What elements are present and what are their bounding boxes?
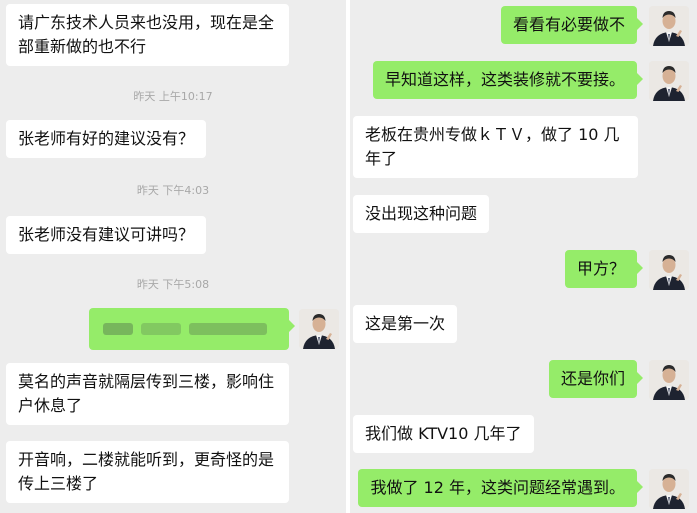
chat-pane-right: 看看有必要做不 早知道这样，这类装修就不要接。 老板在贵州专做ｋＴＶ，做了 10… bbox=[350, 0, 697, 513]
message-bubble[interactable]: 这是第一次 bbox=[353, 305, 458, 343]
person-avatar-icon bbox=[649, 6, 689, 46]
message-bubble[interactable]: 张老师没有建议可讲吗？ bbox=[6, 216, 207, 254]
avatar-self[interactable] bbox=[299, 309, 339, 349]
person-avatar-icon bbox=[649, 61, 689, 101]
person-avatar-icon bbox=[649, 360, 689, 400]
redacted-text bbox=[103, 323, 133, 335]
timestamp: 昨天 上午10:17 bbox=[133, 90, 213, 103]
avatar-self[interactable] bbox=[649, 469, 689, 509]
message-bubble[interactable]: 请广东技术人员来也没用，现在是全部重新做的也不行 bbox=[6, 4, 289, 66]
redacted-text bbox=[141, 323, 181, 335]
message-bubble[interactable]: 甲方？ bbox=[564, 250, 644, 288]
avatar-self[interactable] bbox=[649, 250, 689, 290]
chat-pane-left: 请广东技术人员来也没用，现在是全部重新做的也不行 昨天 上午10:17 张老师有… bbox=[0, 0, 346, 513]
timestamp: 昨天 下午4:03 bbox=[136, 184, 210, 197]
message-bubble[interactable]: 看看有必要做不 bbox=[500, 6, 644, 44]
avatar-self[interactable] bbox=[649, 6, 689, 46]
avatar-self[interactable] bbox=[649, 360, 689, 400]
person-avatar-icon bbox=[299, 309, 339, 349]
message-bubble[interactable]: 我们做 KTV10 几年了 bbox=[353, 415, 534, 453]
blurred-message-bubble[interactable] bbox=[89, 308, 295, 350]
avatar-self[interactable] bbox=[649, 61, 689, 101]
message-bubble[interactable]: 没出现这种问题 bbox=[353, 195, 490, 233]
redacted-text bbox=[189, 323, 267, 335]
message-bubble[interactable]: 还是你们 bbox=[548, 360, 644, 398]
timestamp: 昨天 下午5:08 bbox=[136, 278, 210, 291]
message-bubble[interactable]: 早知道这样，这类装修就不要接。 bbox=[372, 61, 644, 99]
message-bubble[interactable]: 莫名的声音就隔层传到三楼，影响住户休息了 bbox=[6, 363, 289, 425]
message-bubble[interactable]: 老板在贵州专做ｋＴＶ，做了 10 几年了 bbox=[353, 116, 638, 178]
person-avatar-icon bbox=[649, 469, 689, 509]
message-bubble[interactable]: 开音响，二楼就能听到，更奇怪的是传上三楼了 bbox=[6, 441, 289, 503]
message-bubble[interactable]: 张老师有好的建议没有？ bbox=[6, 120, 207, 158]
person-avatar-icon bbox=[649, 250, 689, 290]
message-bubble[interactable]: 我做了 12 年，这类问题经常遇到。 bbox=[358, 469, 643, 507]
